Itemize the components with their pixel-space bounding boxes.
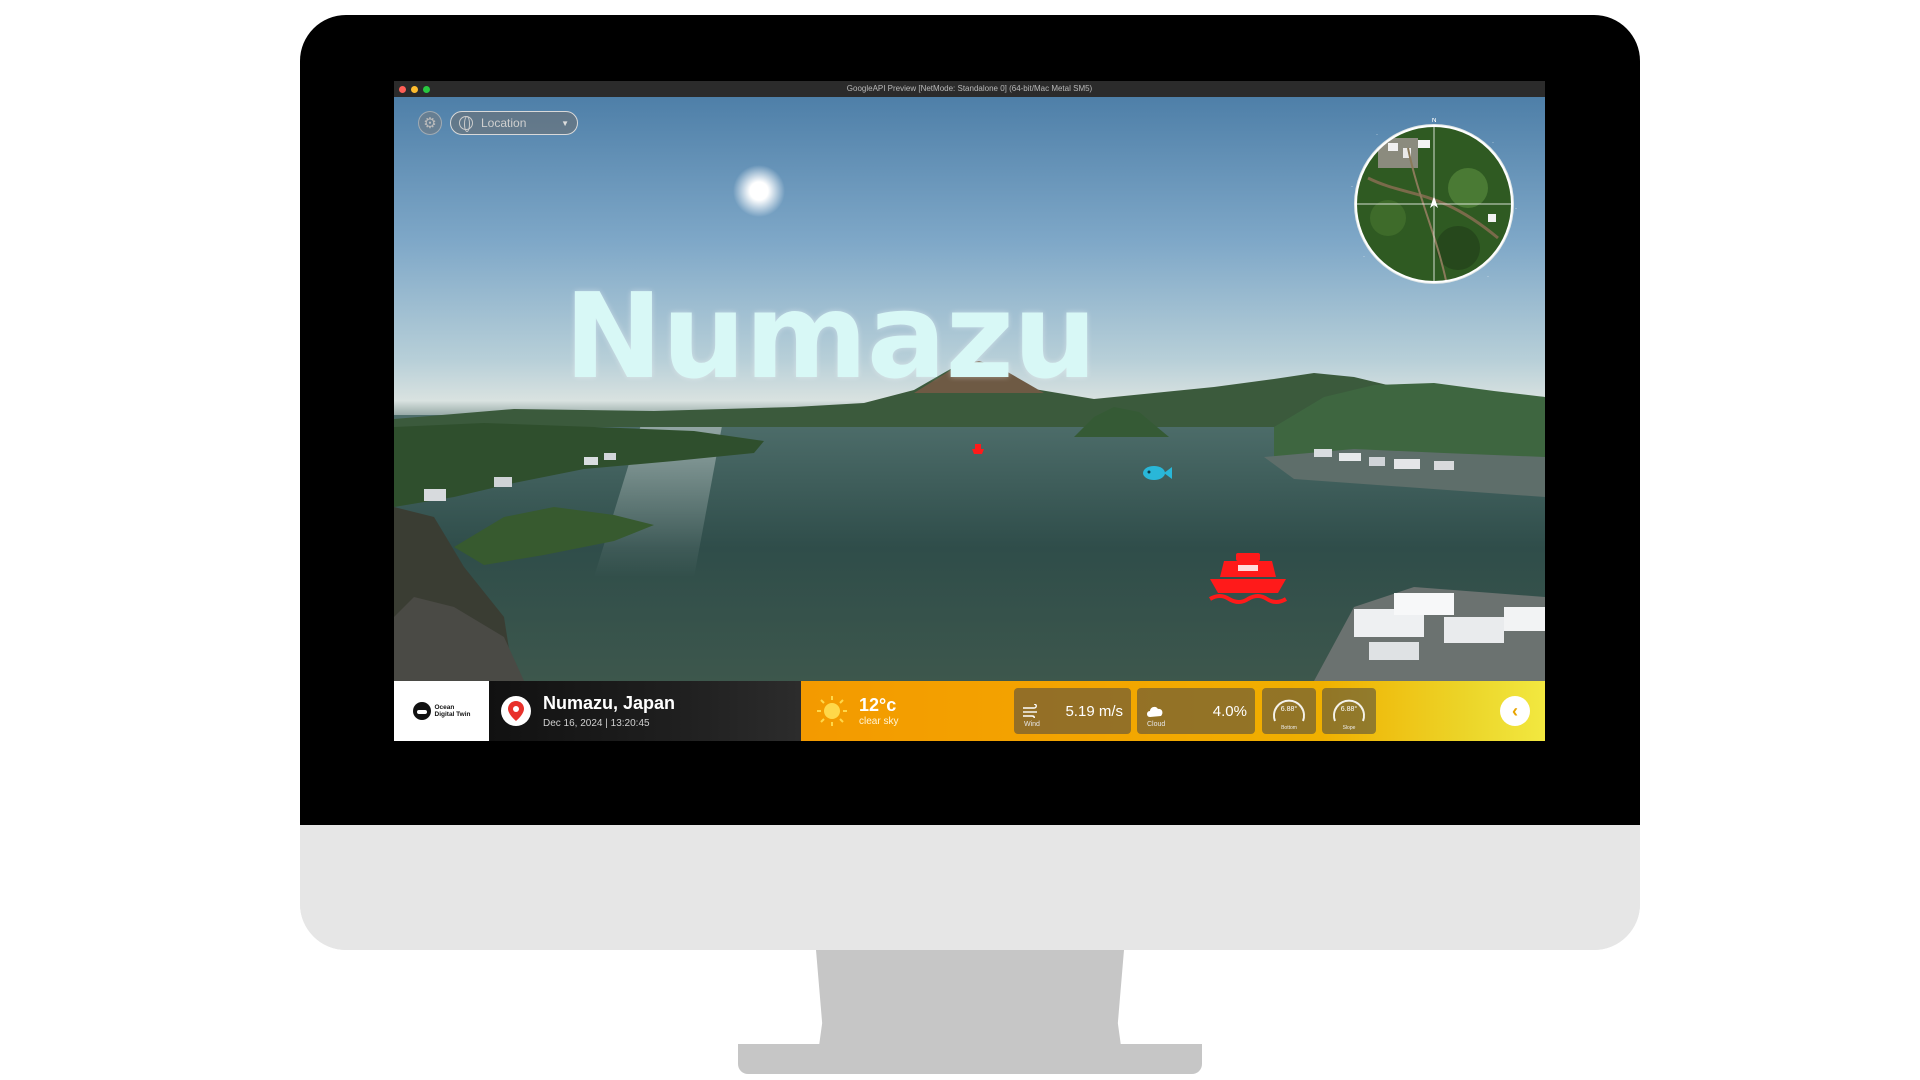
cloud-value: 4.0%	[1212, 702, 1247, 720]
location-panel: Numazu, Japan Dec 16, 2024 | 13:20:45	[489, 681, 801, 741]
logo-line-2: Digital Twin	[434, 711, 471, 718]
monitor-stand-base	[738, 1044, 1202, 1074]
logo-line-1: Ocean	[434, 703, 455, 711]
building	[1444, 617, 1504, 643]
window-title: GoogleAPI Preview [NetMode: Standalone 0…	[846, 84, 1093, 93]
weather-panel: 12°c clear sky Wind 5.19 m/s Cloud 4.0%	[801, 681, 1545, 741]
location-text: Numazu, Japan Dec 16, 2024 | 13:20:45	[543, 693, 675, 729]
logo-panel: Ocean Digital Twin	[394, 681, 489, 741]
logo-text: Ocean Digital Twin	[435, 704, 471, 718]
chevron-left-icon: ‹	[1512, 700, 1518, 721]
bottom-gauge: 6.88° Bottom	[1262, 688, 1316, 734]
weather-condition: clear sky	[859, 716, 899, 727]
temperature-value: 12°c	[859, 695, 897, 715]
app-window: GoogleAPI Preview [NetMode: Standalone 0…	[394, 81, 1545, 741]
sun	[733, 165, 785, 217]
logo-icon	[412, 702, 431, 720]
building	[1504, 607, 1545, 631]
building	[1434, 461, 1454, 470]
svg-text:·: ·	[1363, 254, 1365, 260]
cloud-label: Cloud	[1147, 721, 1166, 728]
monitor-chin	[300, 825, 1640, 950]
building	[1394, 593, 1454, 615]
svg-text:·: ·	[1515, 206, 1517, 212]
map-pin-icon	[501, 696, 531, 726]
cloud-icon	[1147, 706, 1163, 717]
cloud-stat: Cloud 4.0%	[1137, 688, 1255, 734]
svg-text:·: ·	[1492, 140, 1494, 146]
building	[1339, 453, 1361, 461]
building	[1369, 457, 1385, 466]
sun-icon	[817, 696, 847, 726]
temperature-block: 12°c clear sky	[859, 695, 898, 727]
bottom-hud: Ocean Digital Twin Numazu, Japan Dec 16,…	[394, 681, 1545, 741]
location-dropdown[interactable]: Location ▼	[450, 111, 578, 135]
svg-text:·: ·	[1487, 274, 1489, 280]
svg-text:·: ·	[1376, 132, 1378, 138]
location-name: Numazu, Japan	[543, 693, 676, 713]
svg-text:·: ·	[1351, 184, 1353, 190]
window-titlebar: GoogleAPI Preview [NetMode: Standalone 0…	[394, 81, 1545, 97]
building	[424, 489, 446, 501]
gear-icon: ⚙	[423, 115, 437, 132]
caret-down-icon: ▼	[561, 118, 569, 128]
bottom-gauge-label: Bottom	[1281, 725, 1297, 731]
minimap[interactable]: N · · · · · ·	[1348, 118, 1520, 290]
slope-gauge: 6.88° Slope	[1322, 688, 1376, 734]
slope-gauge-value: 6.88°	[1340, 706, 1358, 713]
building	[584, 457, 598, 465]
wind-value: 5.19 m/s	[1065, 702, 1123, 720]
bottom-gauge-value: 6.88°	[1280, 706, 1298, 713]
3d-viewport[interactable]: Numazu ⚙ Location ▼ N · · · · · ·	[394, 97, 1545, 681]
building	[494, 477, 512, 487]
location-datetime: Dec 16, 2024 | 13:20:45	[543, 718, 650, 729]
wind-icon	[1023, 704, 1037, 718]
slope-gauge-label: Slope	[1342, 725, 1356, 731]
city-label: Numazu	[564, 267, 1097, 405]
building	[1369, 642, 1419, 660]
wind-label: Wind	[1024, 721, 1040, 728]
wind-stat: Wind 5.19 m/s	[1014, 688, 1131, 734]
settings-button[interactable]: ⚙	[418, 111, 442, 135]
building	[604, 453, 616, 460]
collapse-hud-button[interactable]: ‹	[1500, 696, 1530, 726]
minimap-north-marker: N	[1431, 118, 1436, 124]
globe-icon	[459, 116, 473, 132]
location-dropdown-label: Location	[481, 116, 527, 130]
building	[1314, 449, 1332, 457]
building	[1394, 459, 1420, 469]
